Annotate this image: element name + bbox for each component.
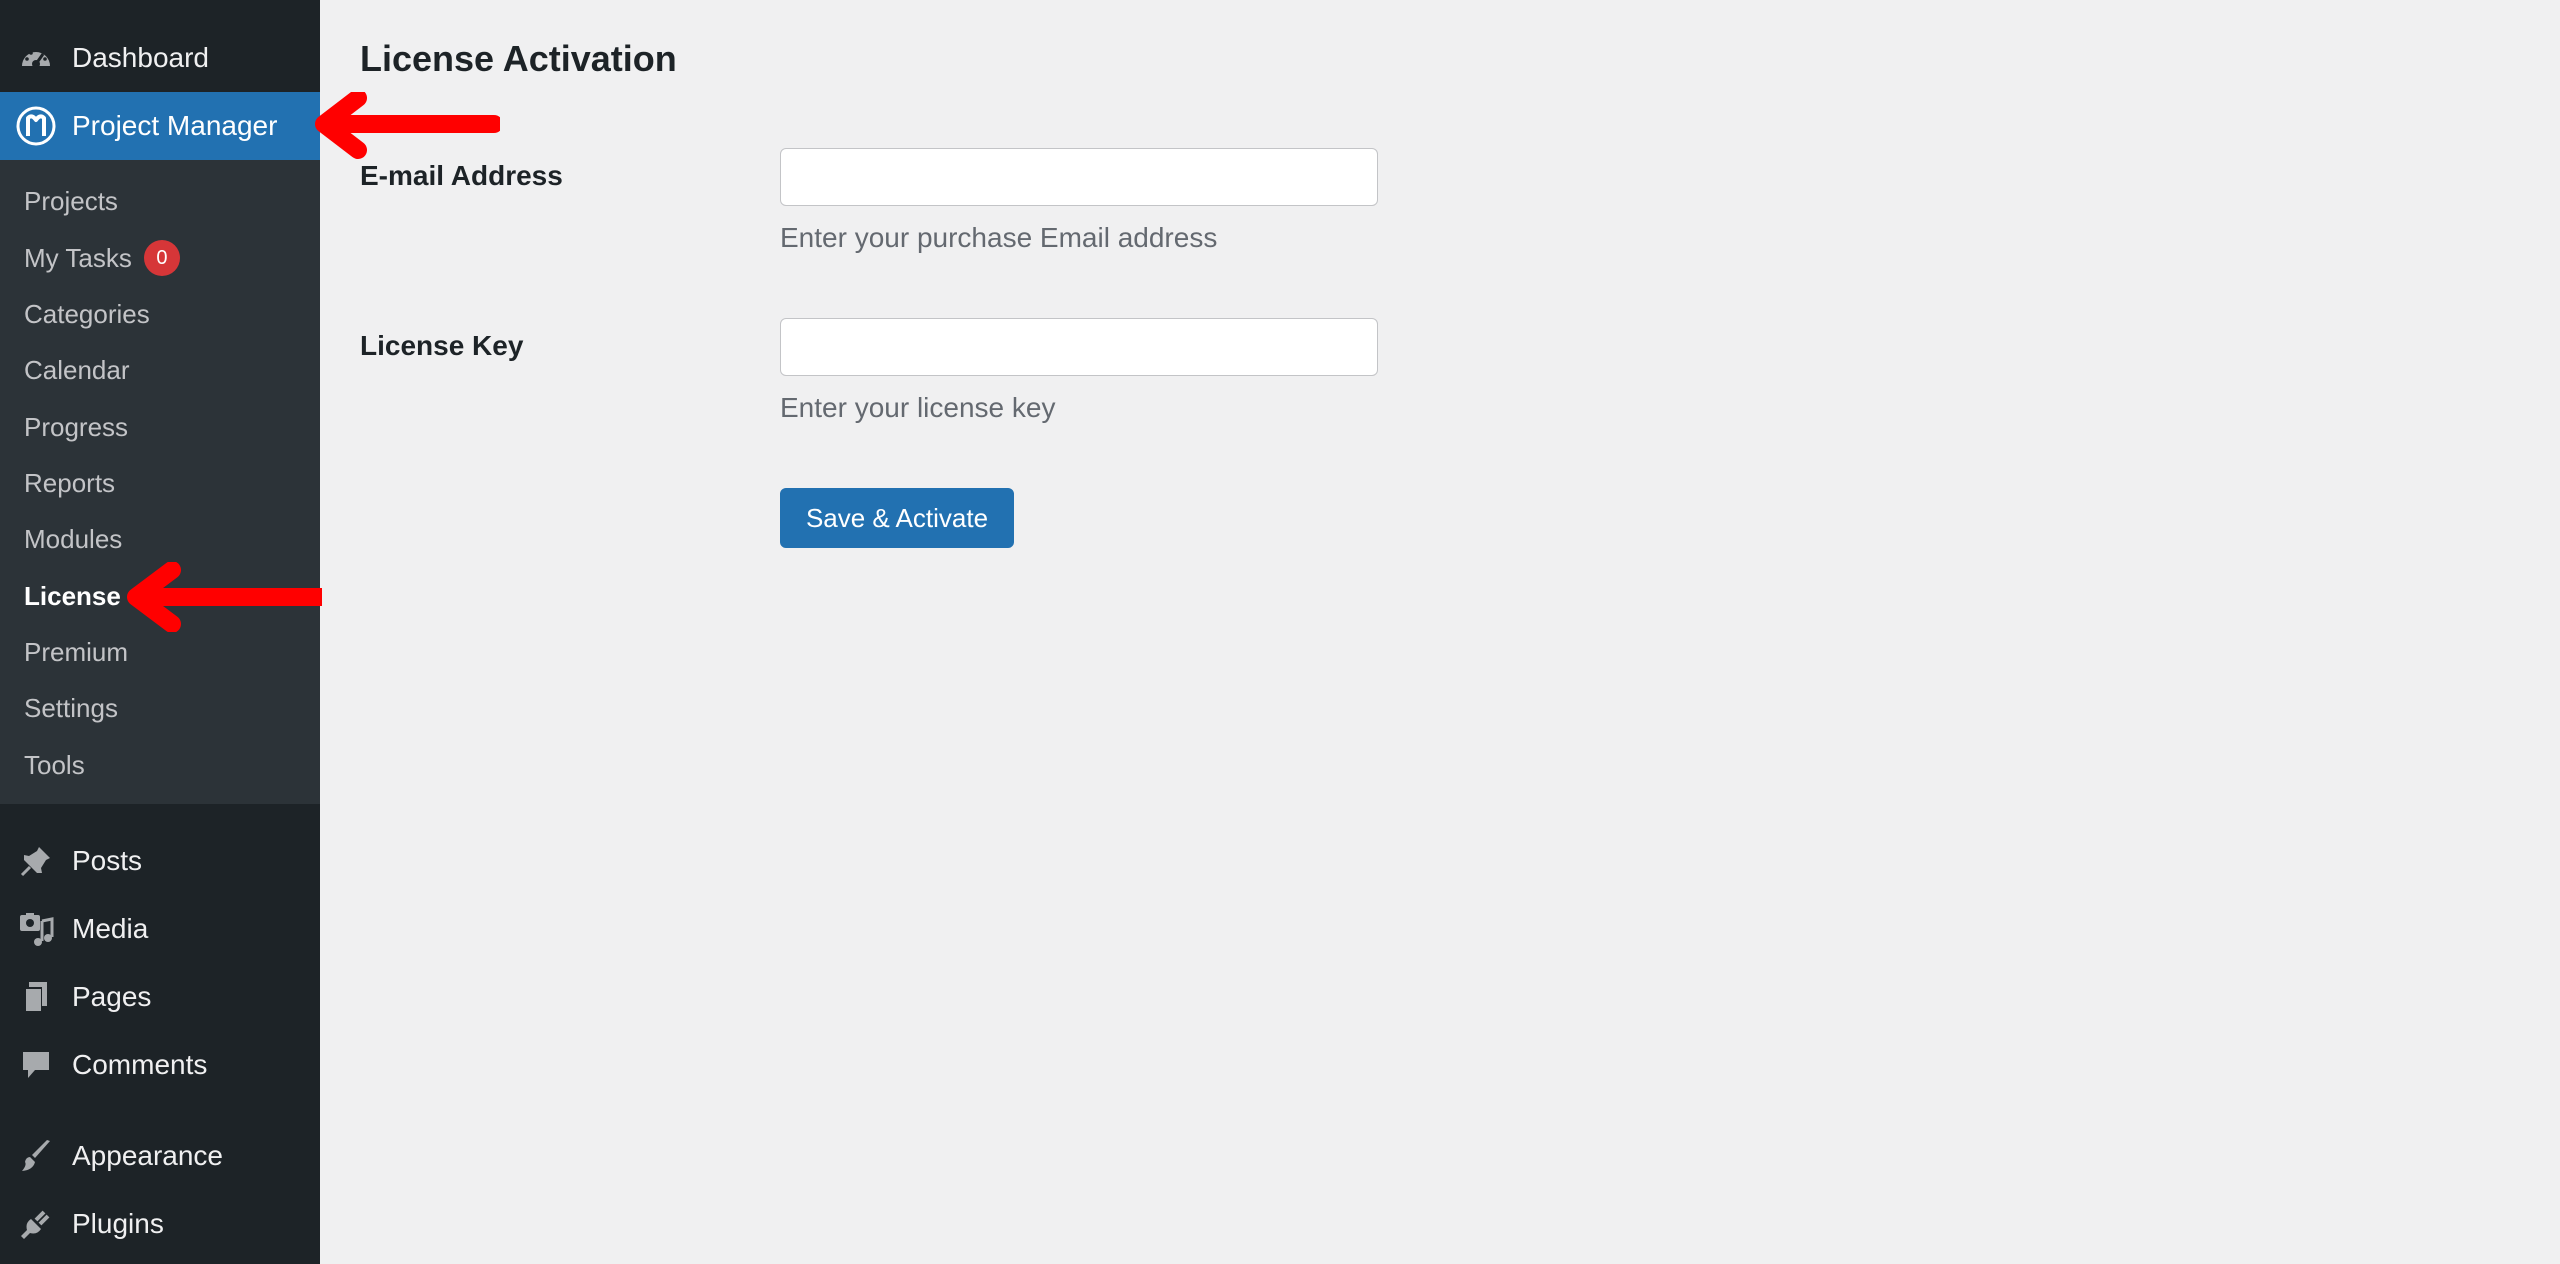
submenu-item-settings[interactable]: Settings <box>24 688 118 728</box>
sidebar-item-comments[interactable]: Comments <box>0 1035 320 1095</box>
license-key-field[interactable] <box>780 318 1378 376</box>
page-title: License Activation <box>360 38 677 79</box>
sidebar-item-appearance[interactable]: Appearance <box>0 1126 320 1186</box>
dashboard-icon <box>16 38 56 78</box>
save-activate-button[interactable]: Save & Activate <box>780 488 1014 548</box>
submenu-item-progress[interactable]: Progress <box>24 407 128 447</box>
sidebar-item-label: Comments <box>72 1049 208 1080</box>
submenu-item-premium[interactable]: Premium <box>24 632 128 672</box>
admin-sidebar: Dashboard Project Manager Projects My Ta… <box>0 0 320 1264</box>
brush-icon <box>16 1136 56 1176</box>
annotation-arrow-project-manager <box>315 92 500 159</box>
sidebar-item-label: Pages <box>72 981 152 1012</box>
pin-icon <box>16 841 56 881</box>
submenu-item-label: My Tasks <box>24 243 132 273</box>
project-manager-logo-icon <box>16 106 56 146</box>
license-key-description: Enter your license key <box>780 392 1056 423</box>
sidebar-item-label: Posts <box>72 845 143 876</box>
sidebar-item-plugins[interactable]: Plugins <box>0 1194 320 1254</box>
media-icon <box>16 909 56 949</box>
project-manager-submenu: Projects My Tasks 0 Categories Calendar … <box>0 160 320 804</box>
sidebar-item-pages[interactable]: Pages <box>0 967 320 1027</box>
submenu-item-reports[interactable]: Reports <box>24 463 115 503</box>
email-label: E-mail Address <box>360 160 563 191</box>
sidebar-item-label: Dashboard <box>72 42 209 73</box>
sidebar-item-dashboard[interactable]: Dashboard <box>0 24 320 92</box>
email-field[interactable] <box>780 148 1378 206</box>
pages-icon <box>16 977 56 1017</box>
sidebar-item-posts[interactable]: Posts <box>0 831 320 891</box>
sidebar-item-label: Appearance <box>72 1140 224 1171</box>
submenu-item-projects[interactable]: Projects <box>24 181 118 221</box>
sidebar-item-label: Plugins <box>72 1208 164 1239</box>
submenu-item-my-tasks[interactable]: My Tasks 0 <box>24 238 180 278</box>
annotation-arrow-license <box>127 562 322 632</box>
submenu-item-modules[interactable]: Modules <box>24 519 122 559</box>
sidebar-item-media[interactable]: Media <box>0 899 320 959</box>
plug-icon <box>16 1204 56 1244</box>
sidebar-item-label: Project Manager <box>72 110 278 141</box>
license-key-label: License Key <box>360 330 524 361</box>
submenu-item-license[interactable]: License <box>24 576 121 616</box>
submenu-item-categories[interactable]: Categories <box>24 294 150 334</box>
main-content: License Activation E-mail Address Enter … <box>320 0 2560 1264</box>
comment-icon <box>16 1045 56 1085</box>
sidebar-item-label: Media <box>72 913 149 944</box>
email-description: Enter your purchase Email address <box>780 222 1218 253</box>
sidebar-item-project-manager[interactable]: Project Manager <box>0 92 320 160</box>
submenu-item-tools[interactable]: Tools <box>24 745 85 785</box>
submenu-item-calendar[interactable]: Calendar <box>24 350 130 390</box>
task-count-badge: 0 <box>143 240 180 276</box>
